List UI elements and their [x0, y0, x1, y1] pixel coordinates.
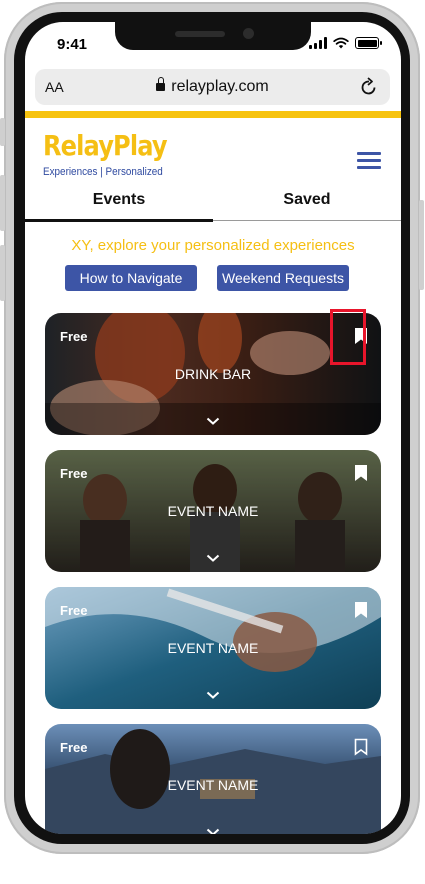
- bookmark-filled-icon[interactable]: [354, 601, 368, 619]
- chevron-down-icon[interactable]: [206, 554, 220, 562]
- chevron-down-icon[interactable]: [206, 417, 220, 425]
- browser-address-bar[interactable]: AA relayplay.com: [35, 69, 390, 105]
- event-card[interactable]: Free EVENT NAME: [45, 587, 381, 709]
- event-name: EVENT NAME: [167, 503, 259, 519]
- phone-volume-down-button: [0, 245, 5, 301]
- wifi-icon: [333, 37, 349, 49]
- tab-divider: [213, 220, 401, 221]
- logo-tagline: Experiences | Personalized: [43, 166, 163, 178]
- brand-accent-bar: [25, 111, 401, 118]
- active-tab-indicator: [25, 219, 213, 222]
- phone-side-button: [0, 118, 5, 146]
- event-price: Free: [60, 603, 88, 618]
- reload-icon[interactable]: [360, 77, 378, 97]
- lock-icon: [156, 77, 166, 91]
- how-to-navigate-button[interactable]: How to Navigate: [65, 265, 197, 291]
- event-price: Free: [60, 329, 88, 344]
- personalized-heading: XY, explore your personalized experience…: [71, 237, 355, 254]
- speaker-grille: [175, 31, 225, 37]
- phone-volume-up-button: [0, 175, 5, 231]
- tab-saved[interactable]: Saved: [213, 191, 401, 209]
- hamburger-menu-icon[interactable]: [357, 152, 381, 170]
- tab-events[interactable]: Events: [25, 191, 213, 209]
- status-time: 9:41: [57, 36, 88, 53]
- notch: [115, 22, 311, 50]
- chevron-down-icon[interactable]: [206, 691, 220, 699]
- event-name: EVENT NAME: [167, 640, 259, 656]
- url-text: relayplay.com: [171, 78, 269, 95]
- event-card[interactable]: Free EVENT NAME: [45, 450, 381, 572]
- battery-icon: [355, 37, 382, 49]
- tab-bar: Events Saved: [25, 187, 401, 223]
- phone-screen: 9:41 AA relayplay.com RelayPlay Experien…: [25, 22, 401, 834]
- bookmark-outline-icon[interactable]: [354, 738, 368, 756]
- bookmark-highlight-box: [330, 309, 366, 365]
- logo-title[interactable]: RelayPlay: [43, 129, 168, 162]
- event-card[interactable]: Free EVENT NAME: [45, 724, 381, 834]
- chevron-down-icon[interactable]: [206, 828, 220, 834]
- phone-power-button: [419, 200, 424, 290]
- url-display[interactable]: relayplay.com: [35, 77, 390, 96]
- front-camera: [243, 28, 254, 39]
- event-name: EVENT NAME: [167, 777, 259, 793]
- cellular-signal-icon: [309, 37, 327, 49]
- status-icons: [309, 37, 382, 49]
- bookmark-filled-icon[interactable]: [354, 464, 368, 482]
- weekend-requests-button[interactable]: Weekend Requests: [217, 265, 349, 291]
- event-name: DRINK BAR: [174, 366, 252, 382]
- event-price: Free: [60, 466, 88, 481]
- event-price: Free: [60, 740, 88, 755]
